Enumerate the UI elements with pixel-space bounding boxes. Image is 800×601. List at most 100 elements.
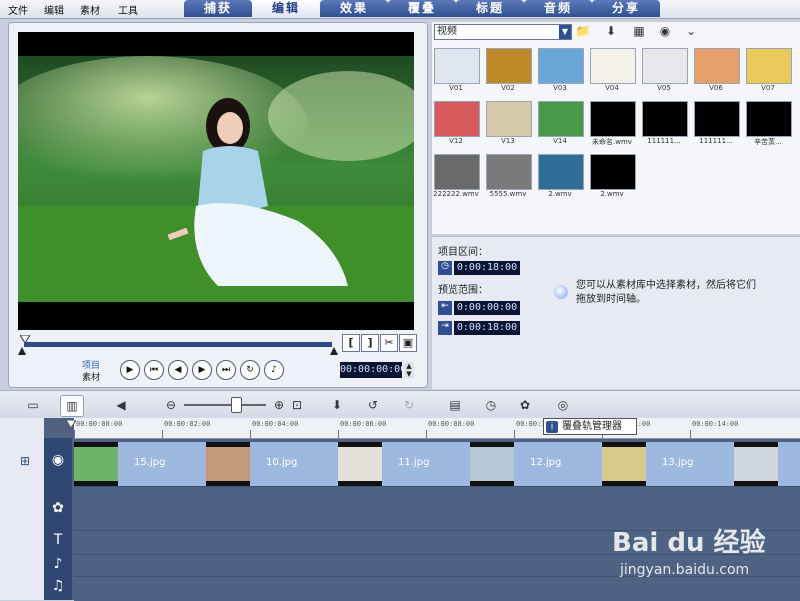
audio-view-button[interactable]: ◀ [110,395,132,415]
clip-label: 11.jpg [398,457,430,468]
clip-thumbnail[interactable] [206,442,250,486]
tab-edit[interactable]: 编辑 [252,0,320,17]
library-thumb[interactable] [486,154,532,190]
library-thumb[interactable] [694,101,740,137]
folder-icon: 📁 [575,24,591,38]
library-thumb[interactable] [590,48,636,84]
tab-effect[interactable]: 效果 [320,0,388,17]
library-category-select[interactable]: 视频 ▼ [434,24,572,40]
video-track[interactable]: 15.jpg 10.jpg 11.jpg 12.jpg 13.jpg [74,442,800,486]
library-thumb[interactable] [590,101,636,137]
prev-frame-button[interactable]: ◀ [168,360,188,380]
tab-share[interactable]: 分享 [592,0,660,17]
repeat-icon: ↻ [246,365,254,375]
zoom-slider-thumb[interactable] [231,397,242,413]
fullscreen-button[interactable]: ▣ [399,334,417,352]
title-track-icon[interactable]: T [48,530,68,550]
clip-thumbnail[interactable] [602,442,646,486]
fit-project-button[interactable]: ⊡ [286,395,308,415]
music-track-icon[interactable]: ♫ [48,576,68,596]
end-button[interactable]: ⏭ [216,360,236,380]
library-thumb-label: 辛苦蒸... [754,138,782,146]
timecode-display[interactable]: 00:00:00:00 [340,362,406,378]
library-options-button[interactable]: ◉ [654,21,676,41]
next-frame-button[interactable]: ▶ [192,360,212,380]
library-thumb[interactable] [694,48,740,84]
timecode-stepper[interactable]: ▲ ▼ [404,362,414,378]
clip-thumbnail[interactable] [338,442,382,486]
zoom-out-button[interactable]: ⊖ [160,395,182,415]
redo-button[interactable]: ↻ [398,395,420,415]
mark-out-button[interactable]: ] [361,334,379,352]
library-thumb[interactable] [486,101,532,137]
record-capture-button[interactable]: ▤ [444,395,466,415]
undo-button[interactable]: ↺ [362,395,384,415]
surround-mixer-button[interactable]: ◎ [552,395,574,415]
double-chevron-down-icon: ⌄ [685,24,697,38]
scrub-bar[interactable] [24,342,332,347]
split-clip-button[interactable]: ✂ [380,334,398,352]
video-track-icon[interactable]: ◉ [48,450,68,470]
storyboard-icon: ▭ [27,398,39,412]
insert-media-button[interactable]: ⬇ [326,395,348,415]
library-view-button[interactable]: ▦ [628,21,650,41]
volume-button[interactable]: ♪ [264,360,284,380]
menu-clip[interactable]: 素材 [80,2,100,17]
playhead-marker[interactable] [19,333,31,344]
tab-audio[interactable]: 音频 [524,0,592,17]
library-expand-button[interactable]: ⌄ [680,21,702,41]
library-thumb[interactable] [434,101,480,137]
mode-clip[interactable]: 素材 [82,370,100,383]
library-thumb[interactable] [538,154,584,190]
timeline-view-button[interactable]: ▥ [60,395,84,417]
watermark-brand: Bai du 经验 [612,528,766,558]
library-thumb[interactable] [486,48,532,84]
zoom-slider[interactable] [184,404,266,406]
range-end-value[interactable]: 0:00:18:00 [454,321,520,335]
tab-title[interactable]: 标题 [456,0,524,17]
repeat-button[interactable]: ↻ [240,360,260,380]
voice-track-icon[interactable]: ♪ [48,554,68,574]
import-button[interactable]: ⬇ [600,21,622,41]
project-duration-value[interactable]: 0:00:18:00 [454,261,520,275]
timeline-ruler[interactable]: 00:00:00:00 00:00:02:00 00:00:04:00 00:00:0… [74,418,800,439]
tip-bulb-icon [554,285,568,299]
library-thumb[interactable] [642,48,688,84]
menu-tools[interactable]: 工具 [118,2,138,17]
capture-icon: ▤ [449,398,461,412]
clip-thumbnail[interactable] [470,442,514,486]
smart-proxy-button[interactable]: ◷ [480,395,502,415]
library-thumb-label: V02 [501,84,515,92]
trim-start-handle[interactable] [18,345,26,355]
batch-convert-button[interactable]: ✿ [514,395,536,415]
open-folder-button[interactable]: 📁 [572,21,594,41]
trim-end-handle[interactable] [330,345,338,355]
home-button[interactable]: ⏮ [144,360,164,380]
range-start-value[interactable]: 0:00:00:00 [454,301,520,315]
library-thumb[interactable] [642,101,688,137]
library-thumb[interactable] [746,48,792,84]
library-thumb[interactable] [434,48,480,84]
clip-thumbnail[interactable] [734,442,778,486]
storyboard-view-button[interactable]: ▭ [22,395,44,415]
overlay-track-icon[interactable]: ✿ [48,498,68,518]
play-icon: ▶ [126,365,134,375]
menu-edit[interactable]: 编辑 [44,2,64,17]
library-thumb[interactable] [590,154,636,190]
mark-in-button[interactable]: [ [342,334,360,352]
play-button[interactable]: ▶ [120,360,140,380]
library-thumb[interactable] [434,154,480,190]
clip-thumbnail[interactable] [74,442,118,486]
clip-label: 10.jpg [266,457,298,468]
menu-file[interactable]: 文件 [8,2,28,17]
library-thumb[interactable] [538,48,584,84]
library-thumb[interactable] [746,101,792,137]
library-thumb-label: V04 [605,84,619,92]
timeline-playhead[interactable] [65,419,77,432]
preview-image [18,56,414,302]
library-thumb[interactable] [538,101,584,137]
library-thumb-label: V06 [709,84,723,92]
tab-capture[interactable]: 捕获 [184,0,252,17]
tab-overlay[interactable]: 覆叠 [388,0,456,17]
track-manager-icon[interactable]: ⊞ [20,454,38,468]
